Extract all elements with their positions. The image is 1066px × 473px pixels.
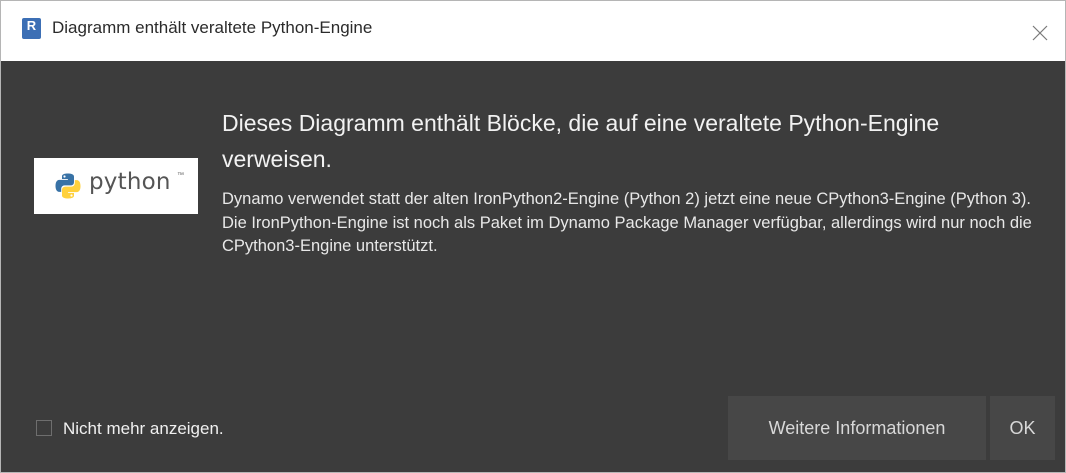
dialog-window: R Diagramm enthält veraltete Python-Engi…	[0, 0, 1066, 473]
dialog-heading: Dieses Diagramm enthält Blöcke, die auf …	[222, 110, 940, 172]
trademark-mark: ™	[177, 172, 184, 179]
close-button[interactable]	[1019, 1, 1065, 61]
dialog-body: Dynamo verwendet statt der alten IronPyt…	[222, 188, 1047, 259]
close-icon	[1032, 25, 1048, 41]
python-wordmark: python	[89, 169, 171, 195]
more-info-button[interactable]: Weitere Informationen	[728, 396, 986, 460]
revit-app-icon: R	[22, 18, 41, 39]
ok-button[interactable]: OK	[990, 396, 1055, 460]
dont-show-again-label[interactable]: Nicht mehr anzeigen.	[63, 418, 224, 440]
app-icon-letter: R	[26, 18, 37, 33]
body-paragraph-1: Dynamo verwendet statt der alten IronPyt…	[222, 190, 1031, 208]
body-paragraph-2: Die IronPython-Engine ist noch als Paket…	[222, 213, 1032, 256]
python-logo: python ™	[34, 158, 198, 214]
title-bar: R Diagramm enthält veraltete Python-Engi…	[1, 1, 1065, 61]
window-title: Diagramm enthält veraltete Python-Engine	[52, 18, 373, 37]
python-logo-icon	[55, 173, 81, 199]
dont-show-again-checkbox[interactable]	[36, 420, 52, 436]
